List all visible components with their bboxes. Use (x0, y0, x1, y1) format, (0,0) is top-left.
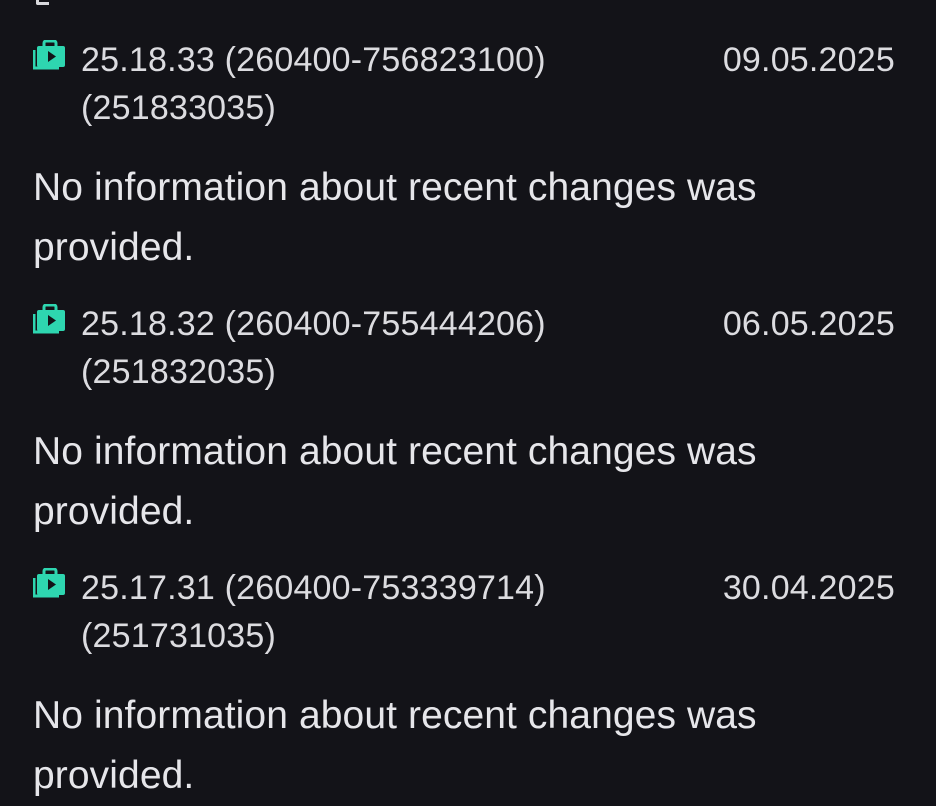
previous-entry-fragment (36, 0, 49, 5)
version-name: 25.18.32 (260400-755444206) (81, 305, 546, 343)
release-notes: No information about recent changes was … (33, 430, 757, 533)
package-icon (33, 304, 65, 334)
version-name: 25.17.31 (260400-753339714) (81, 569, 546, 607)
release-notes: No information about recent changes was … (33, 166, 757, 269)
version-code: (251833035) (81, 89, 277, 127)
release-date: 30.04.2025 (722, 569, 895, 607)
version-code: (251832035) (81, 353, 277, 391)
release-notes: No information about recent changes was … (33, 694, 757, 797)
version-label: 25.18.32 (260400-755444206) (251832035) (81, 300, 681, 396)
version-label: 25.18.33 (260400-756823100) (251833035) (81, 36, 681, 132)
version-header: 25.18.33 (260400-756823100) (251833035) … (0, 36, 936, 132)
package-icon (33, 568, 65, 598)
version-name: 25.18.33 (260400-756823100) (81, 41, 546, 79)
version-header: 25.17.31 (260400-753339714) (251731035) … (0, 564, 936, 660)
version-code: (251731035) (81, 617, 277, 655)
release-date: 06.05.2025 (722, 305, 895, 343)
version-label: 25.17.31 (260400-753339714) (251731035) (81, 564, 681, 660)
package-icon (33, 40, 65, 70)
version-header: 25.18.32 (260400-755444206) (251832035) … (0, 300, 936, 396)
release-date: 09.05.2025 (722, 41, 895, 79)
